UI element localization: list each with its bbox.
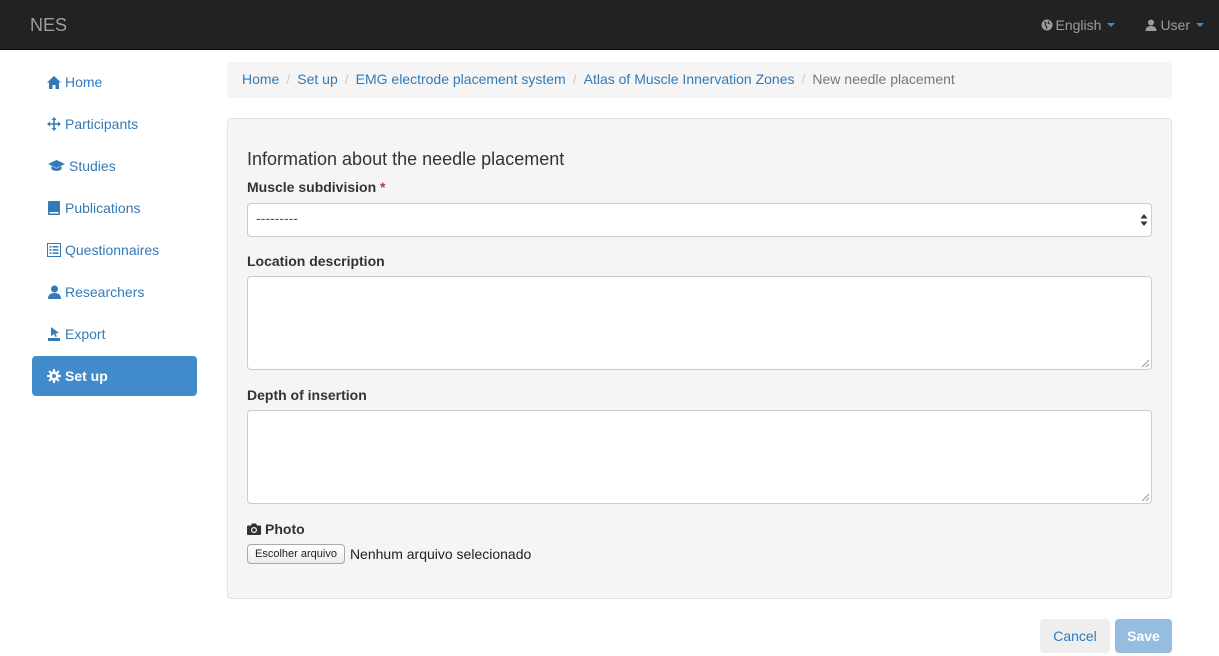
chevron-down-icon (1196, 23, 1204, 27)
resize-handle-icon[interactable] (1141, 359, 1150, 368)
needle-placement-form: Information about the needle placement M… (227, 118, 1172, 599)
sidebar-item-label: Questionnaires (65, 242, 160, 258)
breadcrumb: Home / Set up / EMG electrode placement syst… (227, 62, 1172, 98)
camera-icon (247, 523, 261, 535)
muscle-subdivision-label: Muscle subdivision * (247, 179, 385, 195)
save-button[interactable]: Save (1115, 619, 1172, 653)
user-icon (47, 285, 61, 299)
sidebar-item-label: Set up (65, 368, 108, 384)
breadcrumb-separator: / (344, 71, 349, 87)
form-title: Information about the needle placement (247, 149, 565, 169)
breadcrumb-current: New needle placement (812, 71, 955, 87)
breadcrumb-separator: / (286, 71, 291, 87)
graduation-cap-icon (47, 159, 65, 173)
globe-icon (1041, 19, 1053, 31)
sidebar-item-setup[interactable]: Set up (32, 356, 197, 396)
cancel-button[interactable]: Cancel (1040, 619, 1110, 653)
photo-label: Photo (247, 521, 305, 537)
sidebar-item-export[interactable]: Export (32, 314, 197, 354)
location-description-label: Location description (247, 253, 385, 269)
location-description-textarea[interactable] (247, 276, 1152, 370)
sidebar-item-participants[interactable]: Participants (32, 104, 197, 144)
sidebar-item-label: Researchers (65, 284, 145, 300)
breadcrumb-setup[interactable]: Set up (297, 71, 337, 87)
sidebar-item-label: Participants (65, 116, 139, 132)
select-arrows-icon (1140, 214, 1148, 226)
home-icon (47, 75, 61, 89)
muscle-subdivision-value: --------- (256, 210, 298, 226)
choose-file-button[interactable]: Escolher arquivo (247, 544, 345, 564)
brand-logo[interactable]: NES (30, 15, 67, 35)
sidebar-item-label: Publications (65, 200, 141, 216)
language-dropdown[interactable]: English (1041, 17, 1116, 33)
depth-of-insertion-textarea[interactable] (247, 410, 1152, 504)
sidebar-item-questionnaires[interactable]: Questionnaires (32, 230, 197, 270)
chevron-down-icon (1107, 23, 1116, 27)
breadcrumb-atlas[interactable]: Atlas of Muscle Innervation Zones (584, 71, 795, 87)
cog-icon (47, 369, 61, 383)
breadcrumb-separator: / (801, 71, 806, 87)
sidebar: Home Participants Studies Publications Q… (32, 62, 197, 398)
sidebar-item-researchers[interactable]: Researchers (32, 272, 197, 312)
breadcrumb-emg-placement-system[interactable]: EMG electrode placement system (356, 71, 566, 87)
sidebar-item-studies[interactable]: Studies (32, 146, 197, 186)
navbar-right: English User (1011, 0, 1204, 50)
top-navbar: NES English User (0, 0, 1219, 50)
book-icon (47, 201, 61, 215)
user-icon (1145, 19, 1157, 31)
sidebar-item-label: Home (65, 74, 103, 90)
depth-of-insertion-label: Depth of insertion (247, 387, 367, 403)
sidebar-item-publications[interactable]: Publications (32, 188, 197, 228)
list-alt-icon (47, 243, 61, 257)
language-label: English (1055, 17, 1102, 33)
muscle-subdivision-label-text: Muscle subdivision (247, 179, 377, 195)
user-label: User (1160, 17, 1190, 33)
photo-label-text: Photo (265, 521, 305, 537)
breadcrumb-separator: / (572, 71, 577, 87)
sidebar-item-home[interactable]: Home (32, 62, 197, 102)
required-marker: * (380, 179, 386, 195)
sidebar-item-label: Studies (69, 158, 116, 174)
resize-handle-icon[interactable] (1141, 493, 1150, 502)
muscle-subdivision-select[interactable]: --------- (247, 203, 1152, 237)
user-dropdown[interactable]: User (1145, 17, 1204, 33)
file-status: Nenhum arquivo selecionado (349, 546, 532, 562)
breadcrumb-home[interactable]: Home (242, 71, 279, 87)
sidebar-item-label: Export (65, 326, 106, 342)
move-icon (47, 117, 61, 131)
export-icon (47, 327, 61, 341)
photo-file-input: Escolher arquivo Nenhum arquivo selecion… (247, 544, 531, 564)
